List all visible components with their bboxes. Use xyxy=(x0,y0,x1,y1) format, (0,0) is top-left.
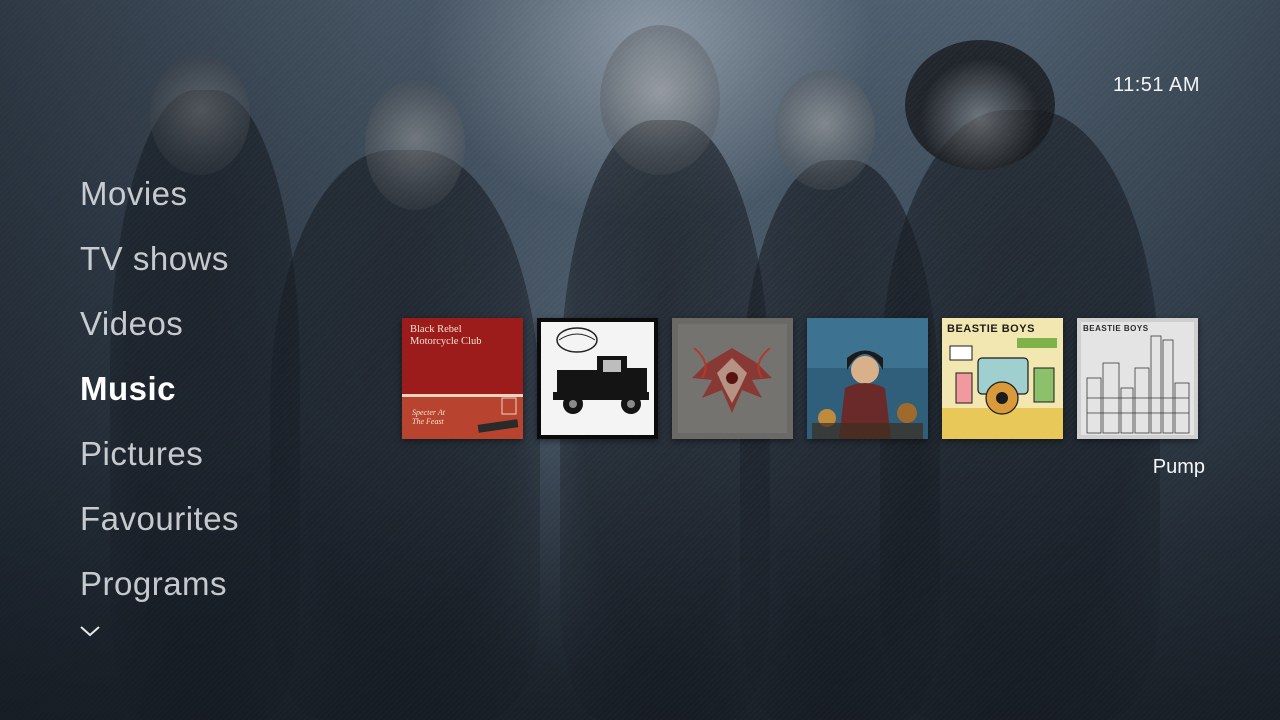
album-shelf: Black Rebel Motorcycle Club Specter At T… xyxy=(402,318,1202,440)
album-cover-illustration[interactable] xyxy=(807,318,928,439)
menu-item-videos[interactable]: Videos xyxy=(80,298,239,363)
album-cover-title: BEASTIE BOYS xyxy=(1083,324,1149,333)
menu-item-music[interactable]: Music xyxy=(80,363,239,428)
album-cover-pump[interactable] xyxy=(537,318,658,439)
album-cover-abstract[interactable] xyxy=(672,318,793,439)
album-cover-beastie-boys-cartoon[interactable]: BEASTIE BOYS xyxy=(942,318,1063,439)
selected-album-title: Pump xyxy=(1152,456,1205,478)
album-artist-line: Black Rebel xyxy=(410,324,462,335)
main-menu: Movies TV shows Videos Music Pictures Fa… xyxy=(80,168,239,623)
kodi-home-screen: 11:51 AM Movies TV shows Videos Music Pi… xyxy=(0,0,1280,720)
clock: 11:51 AM xyxy=(1112,74,1200,96)
chevron-down-icon[interactable] xyxy=(80,624,100,638)
menu-item-programs[interactable]: Programs xyxy=(80,558,239,623)
album-title-line: Specter At xyxy=(412,408,445,417)
album-cover-black-rebel-motorcycle-club[interactable]: Black Rebel Motorcycle Club Specter At T… xyxy=(402,318,523,439)
menu-item-movies[interactable]: Movies xyxy=(80,168,239,233)
menu-item-tv-shows[interactable]: TV shows xyxy=(80,233,239,298)
menu-item-favourites[interactable]: Favourites xyxy=(80,493,239,558)
album-artist-line: Motorcycle Club xyxy=(410,336,482,347)
album-cover-title: BEASTIE BOYS xyxy=(947,323,1035,335)
menu-item-pictures[interactable]: Pictures xyxy=(80,428,239,493)
album-title-line: The Feast xyxy=(412,417,444,426)
album-cover-beastie-boys-skyline[interactable]: BEASTIE BOYS xyxy=(1077,318,1198,439)
